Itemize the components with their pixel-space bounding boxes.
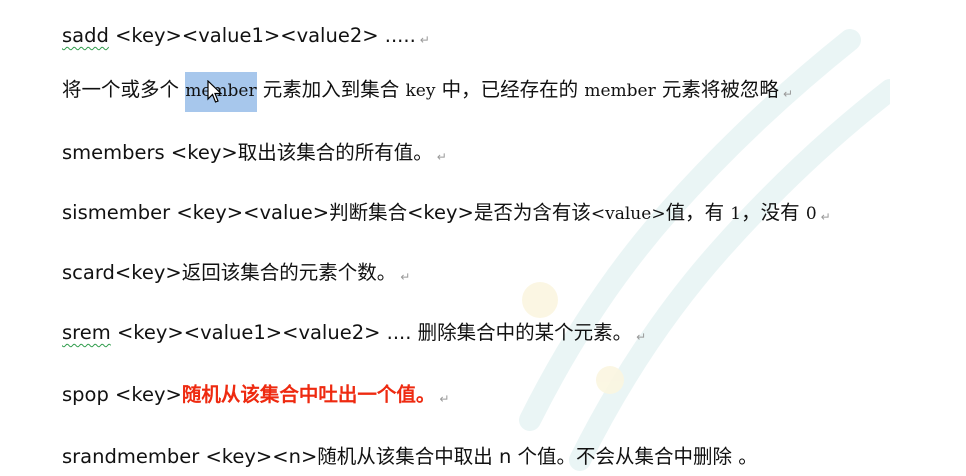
return-mark-icon: ↵ bbox=[782, 87, 793, 101]
desc-part-1: 将一个或多个 bbox=[62, 78, 186, 101]
line-spop: spop <key>随机从该集合中吐出一个值。 ↵ bbox=[62, 382, 449, 408]
watermark-logo bbox=[519, 29, 890, 471]
return-mark-icon: ↵ bbox=[439, 392, 450, 406]
desc-key: key bbox=[405, 81, 436, 101]
sismember-text: sismember <key><value>判断集合<key>是否为含有该 bbox=[62, 201, 591, 224]
sismember-zero: 0 bbox=[805, 204, 817, 224]
document-page: sadd <key><value1><value2> ..... ↵ 将一个或多个… bbox=[0, 0, 966, 476]
selected-text-member[interactable]: member bbox=[185, 72, 257, 112]
sismember-value: <value> bbox=[590, 204, 666, 224]
line-sadd-description: 将一个或多个 member 元素加入到集合 key 中，已经存在的 member… bbox=[62, 72, 793, 112]
command-srem: srem bbox=[62, 321, 111, 344]
arrow-cursor-icon bbox=[207, 80, 223, 103]
spop-syntax: spop <key> bbox=[62, 383, 182, 406]
sismember-mid2: ，没有 bbox=[741, 201, 806, 224]
srandmember-text: srandmember <key><n>随机从该集合中取出 n 个值。不会从集合… bbox=[62, 445, 758, 468]
desc-part-2: 元素加入到集合 bbox=[256, 78, 406, 101]
desc-part-4: 元素将被忽略 bbox=[655, 78, 779, 101]
line-srandmember: srandmember <key><n>随机从该集合中取出 n 个值。不会从集合… bbox=[62, 444, 758, 470]
spop-highlight: 随机从该集合中吐出一个值。 bbox=[181, 383, 436, 406]
return-mark-icon: ↵ bbox=[419, 33, 430, 47]
command-sadd: sadd bbox=[62, 24, 109, 47]
return-mark-icon: ↵ bbox=[820, 210, 831, 224]
desc-member: member bbox=[584, 81, 656, 101]
return-mark-icon: ↵ bbox=[400, 270, 411, 284]
line-smembers: smembers <key>取出该集合的所有值。 ↵ bbox=[62, 140, 447, 166]
line-srem: srem <key><value1><value2> .... 删除集合中的某个… bbox=[62, 320, 646, 346]
scard-text: scard<key>返回该集合的元素个数。 bbox=[62, 261, 397, 284]
return-mark-icon: ↵ bbox=[436, 150, 447, 164]
desc-part-3: 中，已经存在的 bbox=[435, 78, 585, 101]
line-scard: scard<key>返回该集合的元素个数。 ↵ bbox=[62, 260, 410, 286]
sadd-syntax: <key><value1><value2> ..... bbox=[108, 24, 416, 47]
sismember-one: 1 bbox=[730, 204, 742, 224]
smembers-text: smembers <key>取出该集合的所有值。 bbox=[62, 141, 433, 164]
return-mark-icon: ↵ bbox=[636, 330, 647, 344]
srem-syntax: <key><value1><value2> .... 删除集合中的某个元素。 bbox=[110, 321, 633, 344]
sismember-mid: 值，有 bbox=[665, 201, 731, 224]
line-sadd: sadd <key><value1><value2> ..... ↵ bbox=[62, 23, 430, 49]
line-sismember: sismember <key><value>判断集合<key>是否为含有该<va… bbox=[62, 200, 831, 226]
